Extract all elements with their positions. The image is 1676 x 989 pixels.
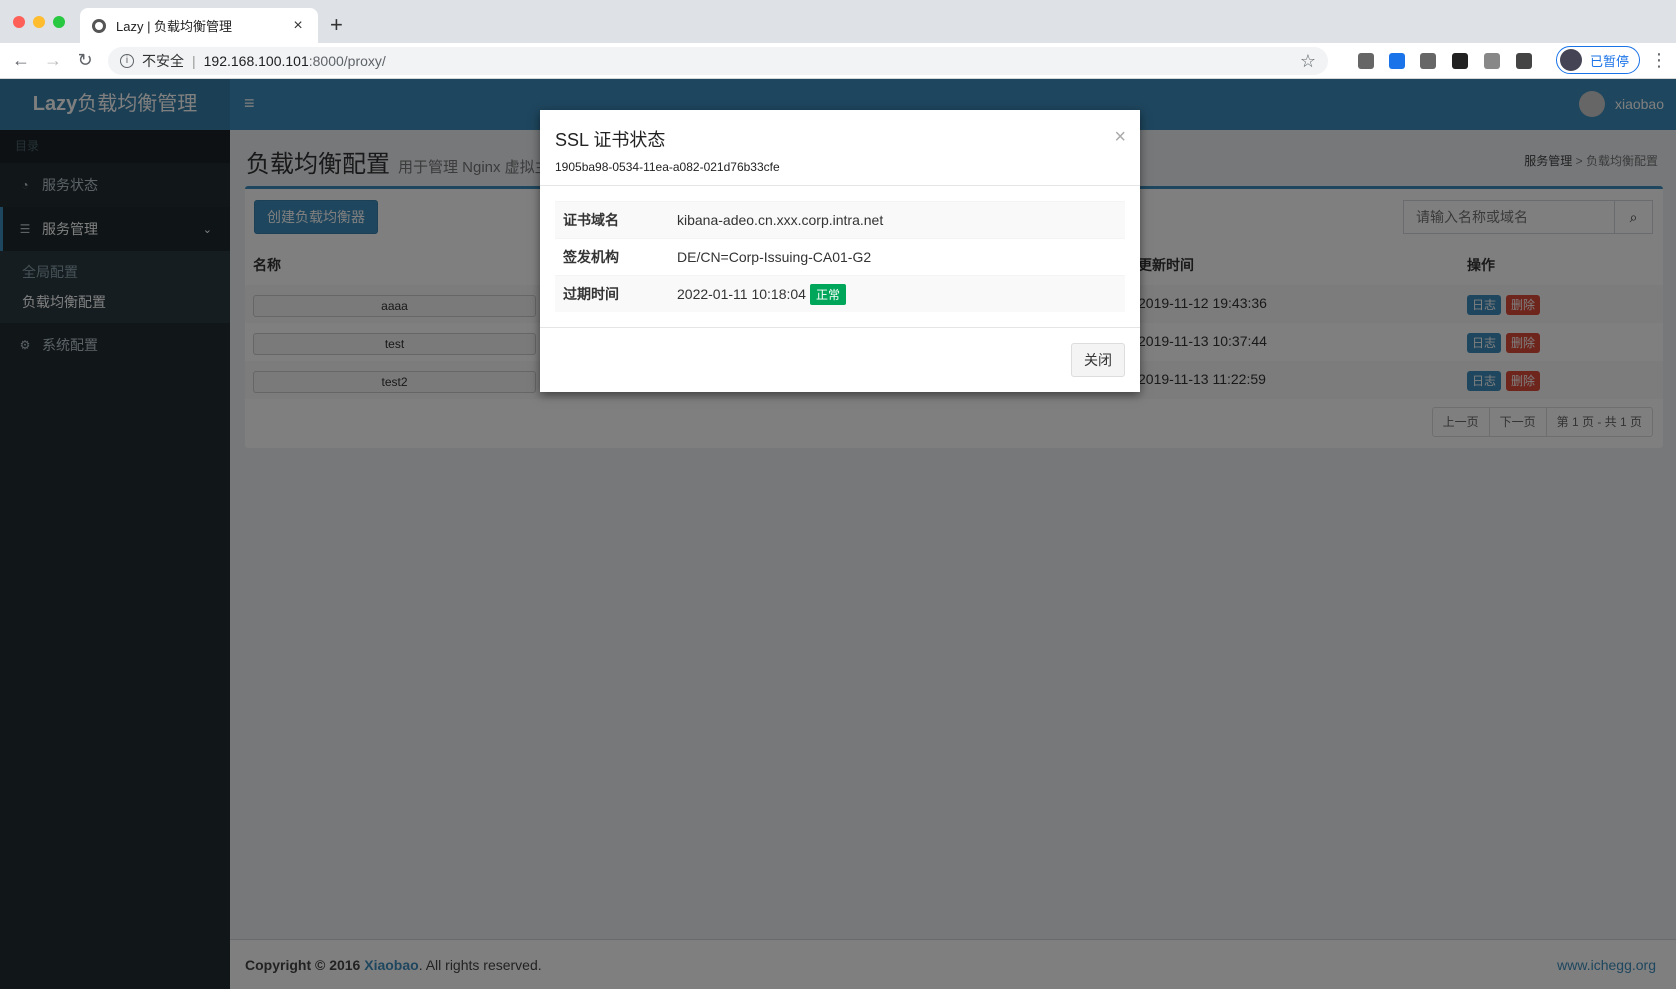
browser-toolbar: ← → ↻ i 不安全 | 192.168.100.101:8000/proxy… (0, 43, 1676, 79)
url-path: :8000/proxy/ (308, 53, 386, 69)
reload-icon[interactable]: ↻ (74, 50, 96, 71)
forward-icon[interactable]: → (42, 50, 64, 71)
modal-header: SSL 证书状态 1905ba98-0534-11ea-a082-021d76b… (540, 110, 1140, 186)
extension-vue-icon[interactable] (1484, 53, 1500, 69)
extension-chat-icon[interactable] (1420, 53, 1436, 69)
expiry-time: 2022-01-11 10:18:04 (677, 286, 806, 302)
close-window-button[interactable] (13, 16, 25, 28)
modal-footer: 关闭 (540, 327, 1140, 392)
modal-subtitle: 1905ba98-0534-11ea-a082-021d76b33cfe (555, 160, 780, 174)
profile-avatar (1560, 49, 1582, 71)
browser-tabbar: Lazy | 负载均衡管理 × + (0, 0, 1676, 43)
detail-row-domain: 证书域名 kibana-adeo.cn.xxx.corp.intra.net (555, 201, 1125, 238)
extension-translate-icon[interactable] (1389, 53, 1405, 69)
minimize-window-button[interactable] (33, 16, 45, 28)
extension-glasses-icon[interactable] (1452, 53, 1468, 69)
detail-row-issuer: 签发机构 DE/CN=Corp-Issuing-CA01-G2 (555, 238, 1125, 275)
profile-status: 已暂停 (1590, 53, 1630, 69)
tab-title: Lazy | 负载均衡管理 (116, 19, 233, 34)
extension-shield-icon[interactable] (1358, 53, 1374, 69)
bookmark-star-icon[interactable]: ☆ (1300, 51, 1316, 72)
site-favicon-icon (92, 18, 106, 33)
url-host: 192.168.100.101 (203, 53, 309, 69)
browser-tab[interactable]: Lazy | 负载均衡管理 × (80, 8, 318, 43)
status-badge: 正常 (809, 283, 846, 305)
browser-menu-icon[interactable]: ⋮ (1650, 50, 1668, 71)
modal-title: SSL 证书状态 (555, 130, 666, 150)
detail-row-expiry: 过期时间 2022-01-11 10:18:04 正常 (555, 275, 1125, 312)
address-bar[interactable]: i 不安全 | 192.168.100.101:8000/proxy/ ☆ (108, 47, 1328, 75)
tab-close-icon[interactable]: × (290, 17, 306, 35)
close-icon[interactable]: × (1114, 126, 1126, 149)
close-button[interactable]: 关闭 (1071, 343, 1125, 377)
modal-body: 证书域名 kibana-adeo.cn.xxx.corp.intra.net 签… (540, 186, 1140, 327)
back-icon[interactable]: ← (10, 50, 32, 71)
extension-qrcode-icon[interactable] (1516, 53, 1532, 69)
ssl-status-modal: SSL 证书状态 1905ba98-0534-11ea-a082-021d76b… (540, 110, 1140, 392)
insecure-label: 不安全 (142, 53, 184, 69)
profile-button[interactable]: 已暂停 (1556, 46, 1640, 74)
url-separator: | (192, 53, 196, 69)
maximize-window-button[interactable] (53, 16, 65, 28)
info-icon[interactable]: i (120, 54, 134, 68)
new-tab-button[interactable]: + (330, 12, 343, 38)
